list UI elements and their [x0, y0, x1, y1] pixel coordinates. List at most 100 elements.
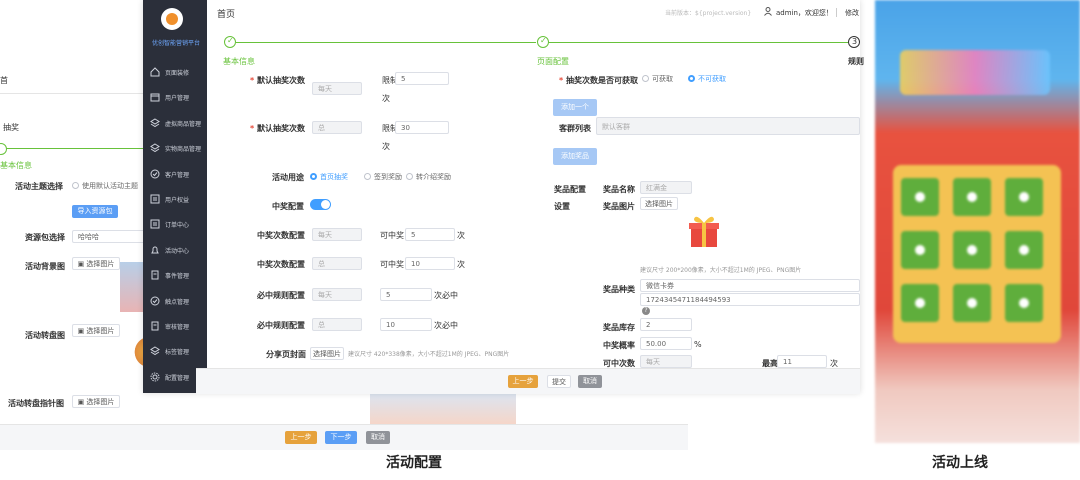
purpose-radio-signin[interactable] — [364, 173, 371, 180]
sidebar-item[interactable]: 页面装修 — [143, 61, 207, 83]
theme-option: 使用默认活动主题 — [82, 182, 138, 190]
caption-online: 活动上线 — [932, 455, 988, 471]
fox-logo-icon — [166, 13, 178, 25]
sidebar-item[interactable]: 活动中心 — [143, 239, 207, 261]
purpose-radio-referral[interactable] — [406, 173, 413, 180]
prize-name-input[interactable]: 红满金 — [640, 181, 692, 194]
sidebar-item[interactable]: 事件管理 — [143, 264, 207, 286]
check-icon: ✓ — [227, 36, 234, 45]
win-count-input-total[interactable]: 总 — [312, 257, 362, 270]
win-count-label-1: 中奖次数配置 — [257, 231, 305, 240]
purpose-radio-home[interactable] — [310, 173, 317, 180]
modify-link[interactable]: 修改 — [845, 8, 859, 18]
left-cancel-button[interactable]: 取消 — [366, 431, 390, 444]
sidebar-item[interactable]: 标签管理 — [143, 340, 207, 362]
prev-button[interactable]: 上一步 — [508, 375, 538, 388]
pointer-select-label: 选择图片 — [86, 398, 115, 406]
prize-img-hint: 建议尺寸 200*200像素，大小不超过1M的 JPEG、PNG图片 — [640, 267, 802, 274]
gift-icon — [688, 213, 720, 251]
purpose-opt-home: 首页抽奖 — [320, 173, 348, 181]
user-welcome[interactable]: admin，欢迎您！ — [776, 8, 833, 18]
must-win-input-total[interactable]: 总 — [312, 318, 362, 331]
limit-input-1[interactable]: 5 — [395, 72, 449, 85]
help-icon[interactable]: ? — [642, 307, 650, 315]
default-count-input-day[interactable]: 每天 — [312, 82, 362, 95]
sidebar-item[interactable]: 实物商品管理 — [143, 137, 207, 159]
prize-type-select[interactable]: 微信卡券 — [640, 279, 860, 292]
version-text: 当前版本：${project.version} — [665, 10, 752, 17]
sidebar-item[interactable]: 用户权益 — [143, 188, 207, 210]
must-win-suffix-1: 次必中 — [434, 291, 458, 300]
left-tab-draw[interactable]: 抽奖 — [3, 122, 19, 133]
submit-button[interactable]: 提交 — [547, 375, 571, 388]
left-prev-button[interactable]: 上一步 — [285, 431, 317, 444]
sidebar-item[interactable]: 订单中心 — [143, 213, 207, 235]
layers-icon — [150, 346, 160, 356]
pack-select[interactable]: 哈哈哈 — [72, 230, 150, 243]
sidebar-item[interactable]: 审核管理 — [143, 315, 207, 337]
sidebar-item[interactable]: 触点管理 — [143, 290, 207, 312]
preview-grid-cell — [953, 284, 991, 322]
must-win-label-1: 必中规则配置 — [257, 291, 305, 300]
add-prize-button[interactable]: 添加奖品 — [553, 148, 597, 165]
can-get-radio-no[interactable] — [688, 75, 695, 82]
sidebar-item-label: 实物商品管理 — [165, 146, 202, 154]
theme-radio[interactable] — [72, 182, 79, 189]
left-form-pane — [0, 60, 150, 450]
must-win-count-2[interactable]: 10 — [380, 318, 432, 331]
win-count-input-day[interactable]: 每天 — [312, 228, 362, 241]
preview-banner — [900, 50, 1050, 95]
add-one-button[interactable]: 添加一个 — [553, 99, 597, 116]
limit-input-2[interactable]: 30 — [395, 121, 449, 134]
can-win-times-input[interactable]: 每天 — [640, 355, 692, 368]
sidebar-item[interactable]: 客户管理 — [143, 163, 207, 185]
can-get-radio-yes[interactable] — [642, 75, 649, 82]
prize-img-button[interactable]: 选择图片 — [640, 197, 678, 210]
max-input[interactable]: 11 — [777, 355, 827, 368]
sidebar-item[interactable]: 虚拟商品管理 — [143, 112, 207, 134]
can-get-opt-yes: 可获取 — [652, 75, 673, 83]
cancel-button[interactable]: 取消 — [578, 375, 602, 388]
win-config-toggle[interactable] — [310, 199, 331, 210]
wheel-select-label: 选择图片 — [86, 327, 115, 335]
sidebar-item-label: 配置管理 — [165, 374, 190, 382]
rate-input[interactable]: 50.00 — [640, 337, 692, 350]
sidebar-item-label: 页面装修 — [165, 70, 190, 77]
preview-grid-cell — [901, 284, 939, 322]
default-count-label-1: 默认抽奖次数 — [250, 75, 305, 86]
sidebar-item[interactable]: 用户管理 — [143, 86, 207, 108]
share-select-button[interactable]: 选择图片 — [310, 347, 344, 360]
wheel-select-button[interactable]: ▣ 选择图片 — [72, 324, 120, 337]
bg-select-button[interactable]: ▣ 选择图片 — [72, 257, 120, 270]
group-list-input[interactable]: 默认客群 — [596, 117, 860, 135]
document-icon — [150, 321, 160, 331]
preview-grid-cell — [901, 231, 939, 269]
prize-code-input[interactable]: 1724345471184494593 — [640, 293, 860, 306]
must-win-input-day[interactable]: 每天 — [312, 288, 362, 301]
check-icon: ✓ — [540, 36, 547, 45]
import-pack-button[interactable]: 导入资源包 — [72, 205, 118, 218]
sidebar-item-label: 用户权益 — [165, 197, 190, 204]
step-line-2 — [548, 42, 850, 43]
win-count-label-2: 中奖次数配置 — [257, 260, 305, 269]
list-icon — [150, 219, 160, 229]
page-title: 首页 — [217, 10, 236, 20]
left-next-button[interactable]: 下一步 — [325, 431, 357, 444]
prize-name-label: 奖品名称 — [603, 185, 635, 194]
stock-input[interactable]: 2 — [640, 318, 692, 331]
default-count-input-total[interactable]: 总 — [312, 121, 362, 134]
circle-check-icon — [150, 296, 160, 306]
preview-grid-cell — [953, 178, 991, 216]
preview-grid-cell — [953, 231, 991, 269]
settings-label: 设置 — [554, 202, 570, 211]
can-win-input-2[interactable]: 10 — [405, 257, 455, 270]
must-win-suffix-2: 次必中 — [434, 321, 458, 330]
step-rules-label: 规则 — [848, 57, 864, 66]
step-rules-number: 3 — [852, 37, 858, 46]
preview-grid-cell — [1005, 231, 1043, 269]
pointer-select-button[interactable]: ▣ 选择图片 — [72, 395, 120, 408]
must-win-count-1[interactable]: 5 — [380, 288, 432, 301]
can-win-input-1[interactable]: 5 — [405, 228, 455, 241]
sidebar: 优创智能营销平台 页面装修 用户管理 虚拟商品管理 实物商品管理 客户管理 用户权益 订单中… — [143, 0, 207, 393]
document-icon — [150, 270, 160, 280]
